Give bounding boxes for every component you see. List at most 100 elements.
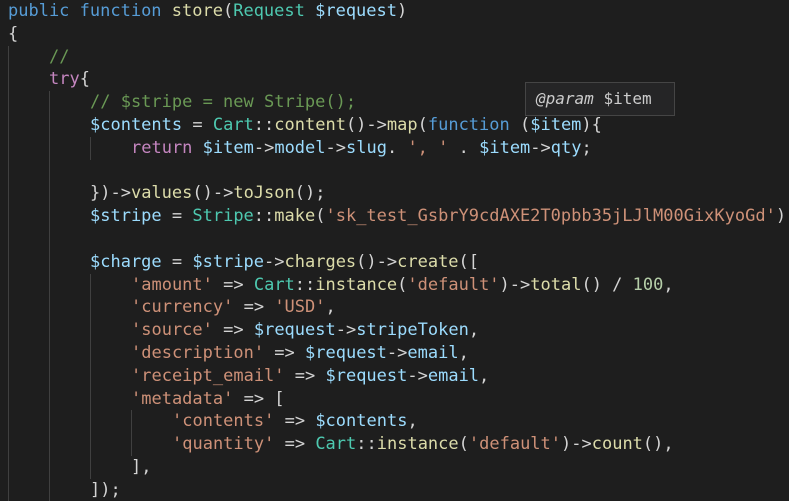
code-text: return $item->model->slug. ', ' . $item-…: [131, 137, 592, 160]
code-token: );: [775, 206, 789, 227]
code-token: instance: [315, 274, 398, 295]
indent-guide: [90, 456, 91, 479]
indent-guide: [8, 136, 9, 160]
code-text: 'currency' => 'USD',: [131, 296, 336, 319]
indent-guide: [49, 410, 50, 434]
code-line[interactable]: $stripe = Stripe::make('sk_test_GsbrY9cd…: [0, 205, 789, 229]
indent-guide: [90, 273, 91, 297]
code-token: $request: [305, 343, 387, 363]
code-token: make: [274, 206, 316, 227]
code-token: total: [530, 274, 582, 295]
indent-guide: [8, 319, 9, 343]
code-line[interactable]: 'metadata' => [: [0, 387, 789, 411]
code-token: ->: [386, 343, 408, 363]
code-token: ();: [294, 183, 326, 204]
code-token: =>: [284, 365, 326, 386]
indent-guide: [49, 250, 50, 274]
code-token: charges: [284, 251, 357, 272]
code-token: () /: [581, 274, 633, 295]
code-token: =: [161, 251, 193, 272]
code-line[interactable]: })->values()->toJson();: [0, 182, 789, 206]
code-token: ){: [581, 115, 602, 135]
indent-guide: [90, 364, 91, 388]
code-line[interactable]: ]);: [0, 478, 789, 501]
indent-guide: [8, 205, 9, 229]
code-token: 'receipt_email': [131, 365, 285, 386]
code-token: )->: [499, 274, 531, 295]
indent-guide: [49, 319, 50, 343]
indent-guide: [8, 296, 9, 320]
code-token: =>: [212, 320, 254, 341]
code-token: ->: [253, 137, 275, 158]
indent-guide: [8, 250, 9, 274]
code-token: content: [274, 115, 346, 135]
code-token: values: [130, 183, 193, 204]
code-token: =>: [274, 411, 316, 432]
code-token: 'sk_test_GsbrY9cdAXE2T0pbb35jLJlM00GixKy…: [325, 206, 776, 227]
code-token: $item: [530, 115, 582, 135]
indent-guide: [8, 273, 9, 297]
code-token: .: [386, 137, 408, 158]
code-token: // $stripe = new Stripe();: [90, 92, 357, 113]
code-token: (: [519, 115, 531, 135]
code-token: $item: [202, 137, 254, 158]
code-token: 100: [632, 274, 664, 295]
code-text: 'source' => $request->stripeToken,: [131, 319, 479, 342]
code-token: return: [131, 137, 203, 158]
code-token: })->: [90, 183, 131, 204]
code-line[interactable]: $contents = Cart::content()->map(functio…: [0, 114, 789, 137]
code-line[interactable]: [0, 228, 789, 251]
indent-guide: [49, 159, 50, 183]
code-token: =: [161, 206, 193, 227]
code-line[interactable]: 'source' => $request->stripeToken,: [0, 319, 789, 343]
code-text: ],: [131, 456, 151, 479]
indent-guide: [90, 319, 91, 343]
indent-guide: [49, 273, 50, 297]
code-line[interactable]: [0, 159, 789, 183]
code-token: create: [397, 251, 459, 272]
code-line[interactable]: $charge = $stripe->charges()->create([: [0, 250, 789, 274]
code-token: Cart: [315, 434, 357, 455]
code-line[interactable]: 'quantity' => Cart::instance('default')-…: [0, 433, 789, 457]
code-line[interactable]: 'description' => $request->email,: [0, 342, 789, 365]
code-line[interactable]: ],: [0, 456, 789, 479]
code-line[interactable]: 'contents' => $contents,: [0, 410, 789, 434]
code-token: ->: [325, 137, 346, 158]
code-token: =>: [233, 297, 275, 318]
code-line[interactable]: return $item->model->slug. ', ' . $item-…: [0, 136, 789, 160]
code-text: ]);: [90, 479, 121, 501]
code-token: 'default': [468, 434, 562, 455]
code-token: email: [427, 365, 480, 386]
code-text: public function store(Request $request): [8, 0, 407, 23]
indent-guide: [90, 296, 91, 320]
code-token: ->: [335, 320, 357, 341]
code-token: ()->: [345, 115, 387, 135]
code-token: ,: [479, 365, 490, 386]
code-token: $stripe: [192, 251, 265, 272]
code-line[interactable]: {: [0, 23, 789, 46]
code-line[interactable]: 'currency' => 'USD',: [0, 296, 789, 320]
code-line[interactable]: 'receipt_email' => $request->email,: [0, 364, 789, 388]
indent-guide: [49, 91, 50, 115]
code-token: ],: [131, 457, 152, 477]
param-tag: @param: [536, 89, 594, 108]
code-token: try: [49, 69, 80, 90]
code-token: stripeToken: [356, 320, 469, 341]
code-editor[interactable]: public function store(Request $request){…: [0, 0, 789, 501]
indent-guide: [49, 182, 50, 206]
code-line[interactable]: 'amount' => Cart::instance('default')->t…: [0, 273, 789, 297]
code-token: function: [79, 1, 172, 21]
code-token: 'quantity': [172, 434, 275, 455]
code-token: 'source': [131, 320, 213, 341]
code-token: ;: [581, 137, 592, 158]
code-text: 'contents' => $contents,: [172, 410, 418, 433]
code-token: (),: [642, 434, 674, 455]
indent-guide: [131, 433, 132, 457]
hover-tooltip: @param $item: [525, 82, 675, 116]
code-token: (: [417, 115, 428, 135]
code-text: })->values()->toJson();: [90, 182, 325, 205]
code-line[interactable]: //: [0, 45, 789, 69]
code-token: $request: [253, 320, 336, 341]
code-line[interactable]: public function store(Request $request): [0, 0, 789, 23]
code-text: 'description' => $request->email,: [131, 342, 469, 365]
